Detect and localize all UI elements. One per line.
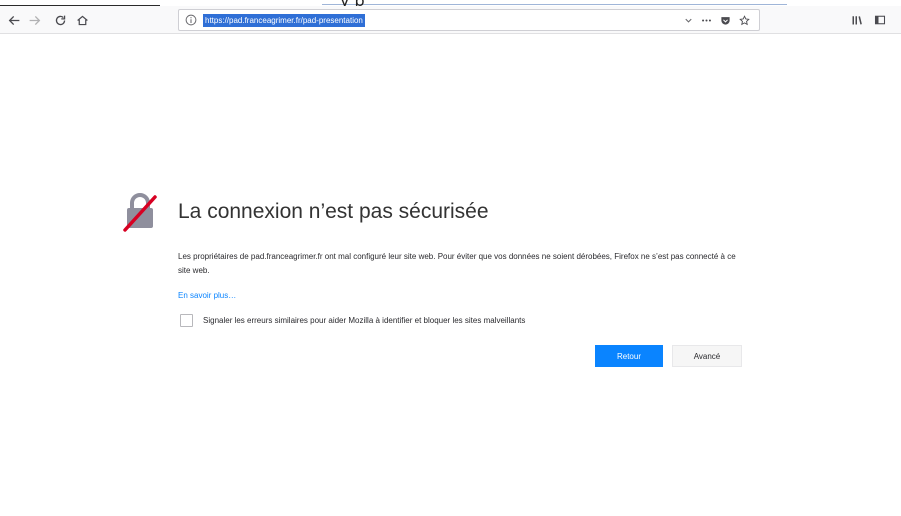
advanced-button[interactable]: Avancé (672, 345, 742, 367)
ellipsis-icon (701, 18, 711, 22)
url-bar[interactable]: https://pad.franceagrimer.fr/pad-present… (178, 9, 760, 31)
pocket-button[interactable] (718, 13, 732, 27)
report-errors-checkbox[interactable] (180, 314, 193, 327)
broken-lock-icon (123, 193, 157, 232)
home-button[interactable] (72, 10, 92, 30)
learn-more-link[interactable]: En savoir plus… (178, 291, 236, 300)
bookmark-button[interactable] (737, 13, 751, 27)
forward-button[interactable] (24, 10, 44, 30)
back-button[interactable] (4, 10, 24, 30)
page-actions-button[interactable] (699, 13, 713, 27)
url-dropdown-button[interactable] (681, 13, 695, 27)
error-title: La connexion n’est pas sécurisée (178, 200, 489, 223)
url-text[interactable]: https://pad.franceagrimer.fr/pad-present… (203, 14, 365, 27)
sidebar-icon (874, 15, 886, 25)
go-back-button[interactable]: Retour (595, 345, 663, 367)
reload-icon (55, 15, 65, 25)
browser-toolbar: https://pad.franceagrimer.fr/pad-present… (0, 6, 901, 34)
reload-button[interactable] (50, 10, 70, 30)
arrow-right-icon (29, 15, 40, 25)
sidebar-button[interactable] (871, 11, 889, 29)
info-icon[interactable] (185, 14, 197, 26)
chevron-down-icon (684, 18, 692, 23)
library-icon (852, 16, 862, 25)
error-description: Les propriétaires de pad.franceagrimer.f… (178, 252, 736, 275)
arrow-left-icon (8, 15, 19, 25)
report-errors-label[interactable]: Signaler les erreurs similaires pour aid… (203, 316, 525, 325)
home-icon (76, 15, 88, 25)
pocket-icon (720, 16, 730, 25)
library-button[interactable] (848, 11, 866, 29)
top-edge-line-blue (322, 4, 787, 5)
report-errors-row: Signaler les erreurs similaires pour aid… (180, 314, 525, 327)
star-icon (738, 14, 750, 25)
